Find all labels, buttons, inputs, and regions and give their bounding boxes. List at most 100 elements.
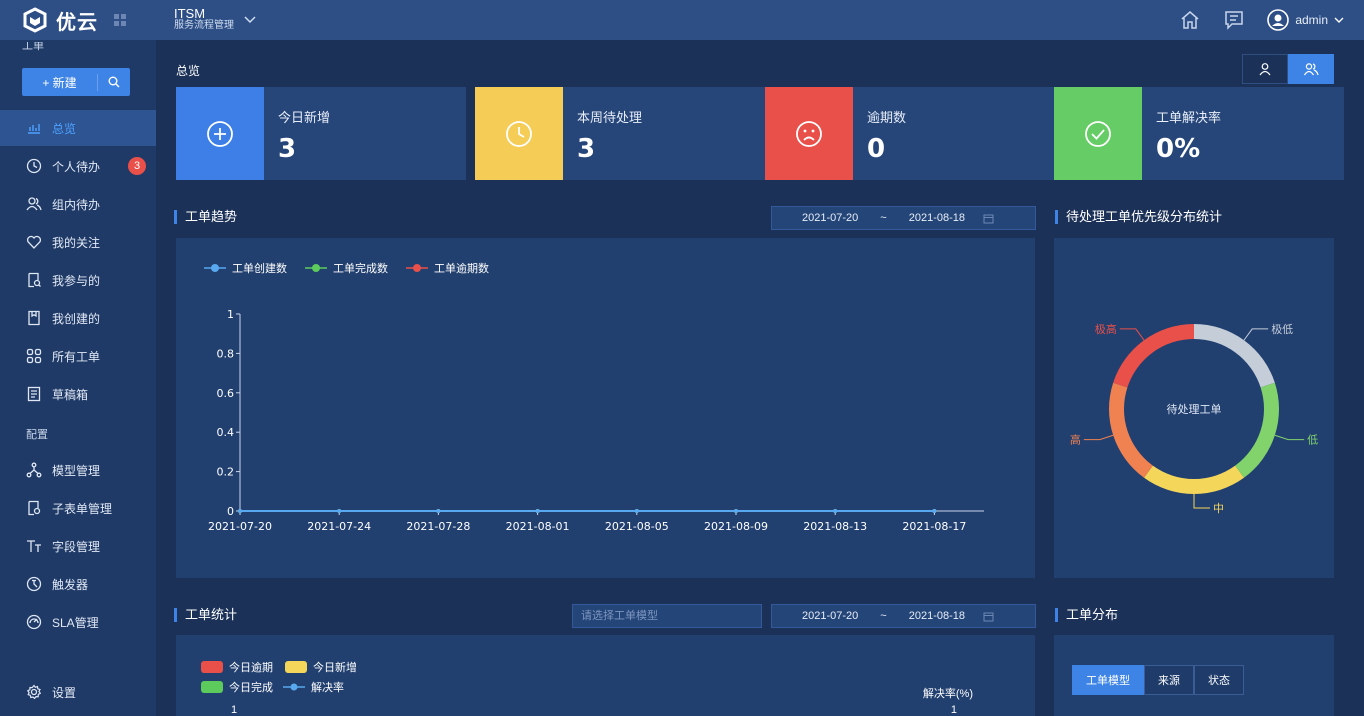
x-tick-label: 2021-08-13 [803,520,867,533]
card-label: 今日新增 [278,110,331,125]
sidebar: 工单 + 新建 总览 个人待办 3 组内待办 我的关注 我参与的 我创建的 所有… [0,40,156,716]
home-icon[interactable] [1179,9,1201,31]
message-icon[interactable] [1223,9,1245,31]
data-point [535,509,540,513]
group-icon [1303,63,1319,76]
document-icon [28,310,40,326]
app-grid-icon[interactable] [114,14,126,26]
bar-chart-icon [28,124,40,134]
sidebar-item-label: 子表单管理 [52,501,113,516]
stats-legend-row-1: 今日逾期 今日新增 [201,659,357,675]
date-start: 2021-07-20 [802,610,859,622]
group-view-button[interactable] [1288,54,1334,84]
heart-icon [26,235,42,249]
legend-label: 今日完成 [229,682,273,694]
sidebar-item-sla-mgmt[interactable]: SLA管理 [0,604,156,640]
y-tick-label: 0 [227,505,234,518]
x-tick-label: 2021-08-01 [506,520,570,533]
priority-title: 待处理工单优先级分布统计 [1055,210,1222,224]
sidebar-item-overview[interactable]: 总览 [0,110,156,146]
sidebar-section-config: 配置 [26,429,48,441]
legend-marker [211,264,219,272]
stat-card-overdue[interactable]: 逾期数 0 [765,87,1055,180]
user-menu[interactable]: admin [1267,9,1344,31]
tab-status[interactable]: 状态 [1194,665,1244,695]
sad-face-icon [796,120,822,147]
search-button[interactable] [98,76,130,88]
new-ticket-button[interactable]: + 新建 [22,73,98,91]
stat-card-resolution-rate[interactable]: 工单解决率 0% [1054,87,1344,180]
label-leader [1243,328,1269,341]
legend-label: 今日新增 [313,662,357,674]
priority-donut-chart: 待处理工单 极低低中 高 极高 [1070,322,1318,515]
sidebar-item-label: 总览 [52,121,77,136]
sidebar-item-subform-mgmt[interactable]: 子表单管理 [0,490,156,526]
data-point [833,509,838,513]
stats-title: 工单统计 [174,608,237,622]
donut-slice [1194,324,1275,388]
date-end: 2021-08-18 [908,610,965,622]
sidebar-item-label: 我的关注 [52,235,101,250]
left-axis-top-tick: 1 [231,704,238,716]
sidebar-item-trigger[interactable]: 触发器 [0,566,156,602]
personal-view-button[interactable] [1242,54,1288,84]
stats-date-range[interactable]: 2021-07-20 ~ 2021-08-18 [771,604,1036,628]
distribution-tabs: 工单模型 来源 状态 [1072,665,1244,695]
stat-card-week-pending[interactable]: 本周待处理 3 [475,87,765,180]
sidebar-item-label: 触发器 [52,577,89,592]
slice-label: 极低 [1271,322,1293,336]
trigger-icon [26,576,42,592]
donut-slice [1144,465,1244,494]
trend-chart-panel: 工单创建数 工单完成数 工单逾期数 0 0.2 0.4 0.6 0.8 1 2021-07-20 2… [176,238,1035,578]
sidebar-item-participated[interactable]: 我参与的 [0,262,156,298]
sidebar-item-label: 所有工单 [52,349,101,364]
y-tick-label: 0.8 [217,347,235,360]
date-separator: ~ [880,212,887,224]
sidebar-item-model-mgmt[interactable]: 模型管理 [0,452,156,488]
data-point [734,509,738,513]
legend-label: 工单完成数 [333,261,388,275]
sidebar-item-created[interactable]: 我创建的 [0,300,156,336]
legend-item: 工单逾期数 [406,261,489,275]
tab-source[interactable]: 来源 [1144,665,1194,695]
date-end: 2021-08-18 [908,212,965,224]
label-leader [1083,434,1114,441]
data-point [436,509,441,513]
legend-label: 工单创建数 [232,261,287,275]
logo[interactable]: 优云 [0,0,156,40]
label-leader [1119,328,1145,341]
slice-label: 高 [1070,433,1081,447]
avatar-icon [1267,9,1290,31]
sidebar-item-settings[interactable]: 设置 [0,674,156,710]
tab-ticket-model[interactable]: 工单模型 [1072,665,1144,695]
data-point [634,509,639,513]
slice-label: 中 [1213,502,1224,515]
legend-marker [312,264,320,272]
todo-count-badge: 3 [128,157,146,175]
card-icon-box [475,87,563,180]
logo-text: 优云 [56,11,98,34]
user-name: admin [1295,13,1328,27]
trend-line-chart: 工单创建数 工单完成数 工单逾期数 0 0.2 0.4 0.6 0.8 1 2021-07-20 2… [204,261,984,533]
sidebar-item-all-tickets[interactable]: 所有工单 [0,338,156,374]
sidebar-item-label: 字段管理 [52,539,101,554]
trend-date-range[interactable]: 2021-07-20 ~ 2021-08-18 [771,206,1036,230]
stat-card-today-new[interactable]: 今日新增 3 [176,87,466,180]
stats-chart-panel: 今日逾期 今日新增 今日完成 解决率 解决率(%) 1 1 [176,635,1035,716]
sidebar-item-group-todo[interactable]: 组内待办 [0,186,156,222]
legend-item: 工单创建数 [204,261,287,275]
right-axis-top-tick: 1 [950,704,957,716]
product-switcher[interactable]: ITSM 服务流程管理 [174,7,256,32]
sidebar-item-field-mgmt[interactable]: 字段管理 [0,528,156,564]
sidebar-item-drafts[interactable]: 草稿箱 [0,376,156,412]
model-select[interactable]: 请选择工单模型 [572,604,762,628]
sidebar-item-label: 设置 [52,685,77,700]
sidebar-item-personal-todo[interactable]: 个人待办 3 [0,148,156,184]
legend-marker [413,264,421,272]
chevron-down-icon [1334,17,1344,23]
sidebar-item-label: 组内待办 [52,197,101,212]
card-label: 本周待处理 [577,110,643,125]
label-leader [1274,434,1305,441]
draft-icon [27,386,41,402]
sidebar-item-following[interactable]: 我的关注 [0,224,156,260]
